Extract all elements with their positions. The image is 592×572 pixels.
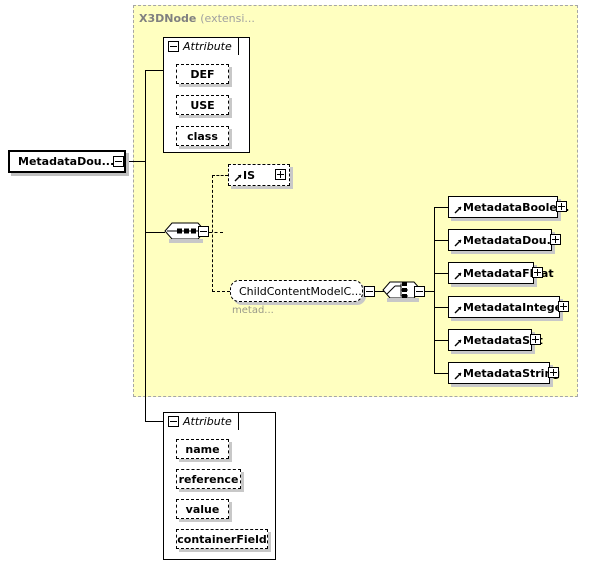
connector-trunk-to-top-attributes [145, 70, 163, 71]
attribute-field-value-label: value [185, 502, 220, 516]
connector-trunk-to-bottom-attributes [145, 421, 163, 422]
element-is-label: IS [243, 168, 256, 182]
element-metadata-boolean-expander-plus[interactable] [556, 201, 567, 212]
metadata-boolean-reference-arrow-icon [454, 199, 463, 215]
x3dnode-group-label: X3DNode (extensi... [139, 12, 255, 25]
root-element-label: MetadataDou... [18, 155, 115, 168]
metadata-integer-reference-arrow-icon [454, 299, 463, 315]
element-metadata-string[interactable]: MetadataString [448, 362, 560, 384]
connector-fanout-to-child-6 [434, 373, 448, 374]
top-attribute-expander-minus[interactable] [168, 41, 179, 52]
bottom-attribute-panel: Attribute name reference value container… [163, 412, 276, 560]
attribute-field-def[interactable]: DEF [176, 64, 229, 84]
schema-diagram-canvas: X3DNode (extensi... MetadataDou... Attri… [0, 0, 592, 572]
connector-fanout-to-child-5 [434, 340, 448, 341]
sequence-compositor-shadow [169, 239, 203, 243]
attribute-field-class[interactable]: class [176, 126, 229, 146]
element-metadata-double[interactable]: MetadataDou... [448, 229, 559, 251]
connector-fanout-to-child-2 [434, 240, 448, 241]
attribute-field-def-label: DEF [190, 67, 215, 81]
group-extension-suffix: (extensi... [200, 12, 255, 25]
connector-metadata-fanout-trunk [434, 207, 435, 373]
metadata-set-reference-arrow-icon [454, 332, 463, 348]
bottom-attribute-header[interactable]: Attribute [163, 412, 239, 430]
connector-branch-to-is [212, 175, 228, 176]
connector-fanout-to-child-3 [434, 273, 448, 274]
element-metadata-integer-label: MetadataInteger [463, 300, 568, 314]
connector-fanout-to-child-1 [434, 207, 448, 208]
connector-fanout-to-child-4 [434, 307, 448, 308]
element-metadata-integer-expander-plus[interactable] [558, 301, 569, 312]
attribute-field-use-label: USE [190, 98, 215, 112]
element-metadata-integer[interactable]: MetadataInteger [448, 296, 567, 318]
element-child-content-model[interactable]: ChildContentModelC... [230, 280, 363, 302]
choice-compositor-shadow [387, 298, 419, 302]
element-metadata-string-expander-plus[interactable] [548, 367, 559, 378]
element-child-content-model-label: ChildContentModelC... [239, 284, 362, 298]
element-metadata-float-expander-plus[interactable] [532, 267, 543, 278]
attribute-field-value[interactable]: value [176, 499, 229, 519]
attribute-field-containerfield[interactable]: containerField [176, 529, 268, 549]
connector-trunk-to-sequence [145, 232, 165, 233]
element-metadata-double-expander-plus[interactable] [550, 234, 561, 245]
bottom-attribute-expander-minus[interactable] [168, 416, 179, 427]
element-metadata-set[interactable]: MetadataSet [448, 329, 543, 351]
element-child-content-model-sublabel: metad... [232, 305, 274, 316]
connector-main-trunk [145, 70, 146, 422]
attribute-field-containerfield-label: containerField [177, 532, 267, 546]
metadata-double-reference-arrow-icon [454, 232, 463, 248]
metadata-string-reference-arrow-icon [454, 365, 463, 381]
element-is-expander-plus[interactable] [275, 169, 286, 180]
attribute-field-use[interactable]: USE [176, 95, 229, 115]
element-metadata-boolean[interactable]: MetadataBoole... [448, 196, 569, 218]
root-element-metadatadouble[interactable]: MetadataDou... [8, 150, 126, 173]
element-child-content-model-expander-minus[interactable] [364, 286, 375, 297]
is-reference-arrow-icon [234, 167, 243, 183]
element-metadata-double-label: MetadataDou... [463, 233, 560, 247]
attribute-field-reference[interactable]: reference [176, 469, 241, 489]
top-attribute-panel: Attribute DEF USE class [163, 37, 250, 153]
element-metadata-float[interactable]: MetadataFloat [448, 262, 554, 284]
choice-expander-minus[interactable] [414, 286, 425, 297]
attribute-field-class-label: class [187, 129, 218, 143]
attribute-field-name-label: name [185, 442, 220, 456]
connector-branch-to-child-content-model [212, 291, 230, 292]
element-metadata-boolean-label: MetadataBoole... [463, 200, 570, 214]
element-metadata-set-expander-plus[interactable] [530, 334, 541, 345]
attribute-field-reference-label: reference [178, 472, 239, 486]
root-expander-minus[interactable] [113, 156, 124, 167]
connector-root-to-trunk [124, 161, 146, 162]
bottom-attribute-title: Attribute [183, 415, 232, 428]
connector-sequence-branch-trunk [212, 175, 213, 292]
metadata-float-reference-arrow-icon [454, 265, 463, 281]
element-metadata-string-label: MetadataString [463, 366, 561, 380]
top-attribute-title: Attribute [183, 40, 232, 53]
group-name: X3DNode [139, 12, 197, 25]
sequence-expander-minus[interactable] [198, 226, 209, 237]
attribute-field-name[interactable]: name [176, 439, 229, 459]
top-attribute-header[interactable]: Attribute [163, 37, 239, 55]
